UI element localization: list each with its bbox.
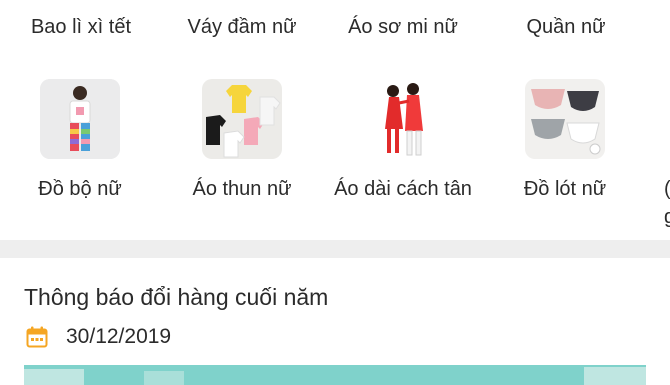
category-ao-so-mi-nu[interactable]: Áo sơ mi nữ	[323, 13, 483, 41]
category-quan-nu[interactable]: Quần nữ	[486, 13, 646, 41]
calendar-icon	[26, 326, 48, 348]
women-underwear-thumbnail[interactable]	[525, 79, 605, 159]
category-do-lot-nu[interactable]: Đồ lót nữ	[485, 175, 645, 203]
category-do-bo-nu[interactable]: Đồ bộ nữ	[0, 175, 160, 203]
partial-category-label-line1[interactable]: (	[664, 175, 670, 203]
women-pajama-set-thumbnail[interactable]	[40, 79, 120, 159]
women-tshirts-thumbnail[interactable]	[202, 79, 282, 159]
category-vay-dam-nu[interactable]: Váy đầm nữ	[162, 13, 322, 41]
category-ao-dai-cach-tan[interactable]: Áo dài cách tân	[323, 175, 483, 203]
category-ao-thun-nu[interactable]: Áo thun nữ	[162, 175, 322, 203]
post-banner-image[interactable]	[24, 365, 646, 385]
category-bao-li-xi-tet[interactable]: Bao lì xì tết	[1, 13, 161, 41]
modern-ao-dai-thumbnail[interactable]	[363, 79, 443, 159]
partial-category-label-line2[interactable]: g	[664, 203, 670, 231]
post-date: 30/12/2019	[66, 325, 172, 348]
section-divider	[0, 240, 670, 258]
post-title[interactable]: Thông báo đổi hàng cuối năm	[24, 282, 328, 312]
